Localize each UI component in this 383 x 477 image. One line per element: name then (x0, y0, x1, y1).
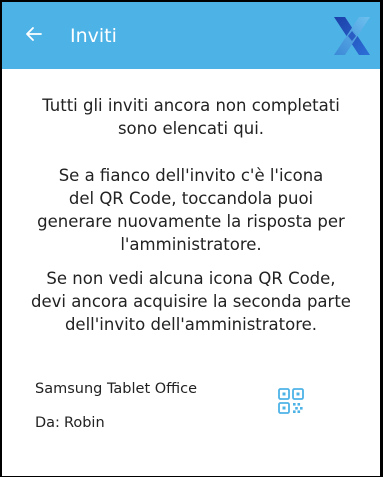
info-text-qr-available: Se a fianco dell'invito c'è l'icona del … (37, 166, 345, 254)
app-bar: Inviti (2, 2, 380, 69)
invite-sender-name: Robin (63, 415, 105, 431)
info-text-intro: Tutti gli inviti ancora non completati s… (42, 96, 340, 138)
invite-device-name: Samsung Tablet Office (35, 381, 198, 397)
x-logo-icon (334, 17, 370, 55)
invite-list-item[interactable]: Samsung Tablet Office Da: Robin (2, 374, 380, 444)
qr-code-icon[interactable] (278, 388, 304, 414)
invite-sender-prefix: Da: (35, 415, 60, 431)
app-screen: Inviti Tutti gli inviti ancora non compl… (2, 2, 380, 476)
back-arrow-icon[interactable] (24, 24, 44, 44)
page-title: Inviti (70, 25, 117, 47)
invite-sender: Da: Robin (35, 414, 105, 432)
info-text-qr-missing: Se non vedi alcuna icona QR Code, devi a… (31, 269, 351, 334)
